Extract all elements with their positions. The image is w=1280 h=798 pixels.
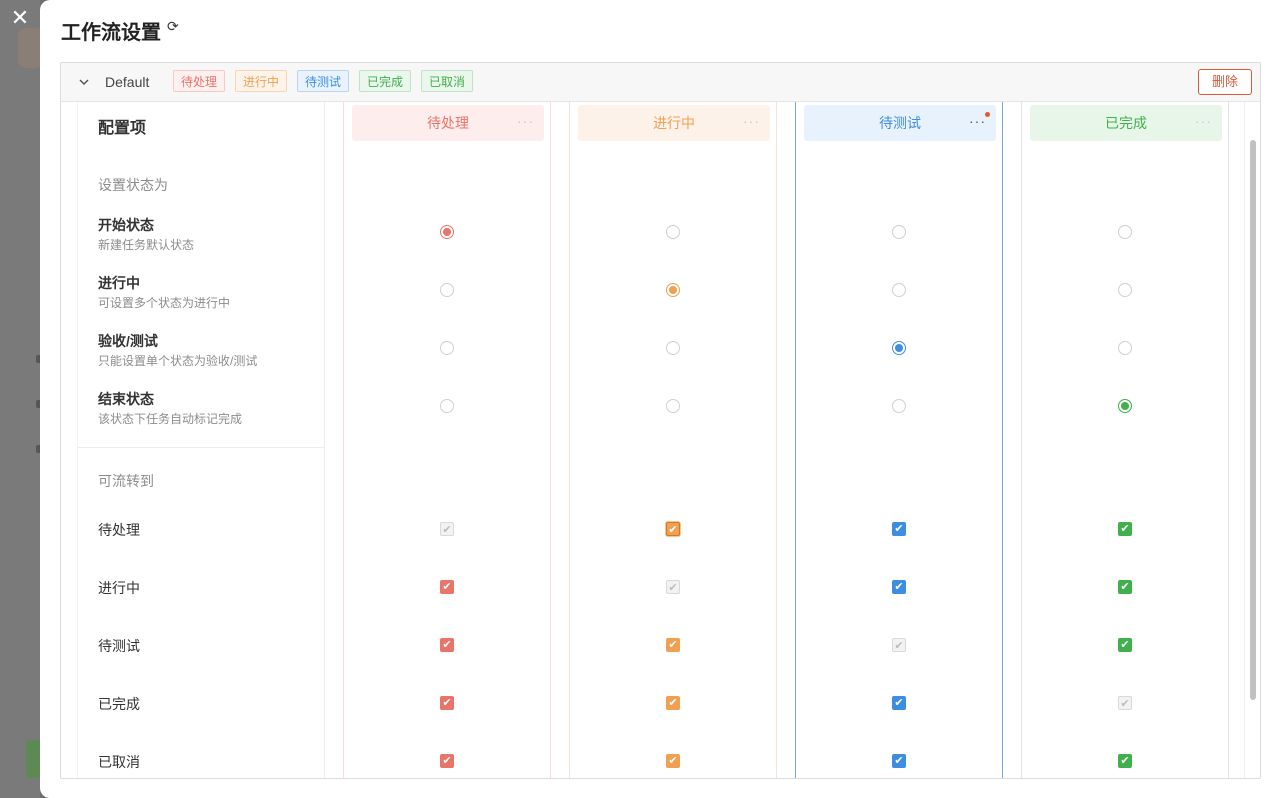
state-row-title: 进行中 — [98, 275, 140, 291]
state-row-desc: 新建任务默认状态 — [98, 238, 195, 252]
transition-section-label: 可流转到 — [98, 473, 154, 489]
state-row-desc: 该状态下任务自动标记完成 — [98, 412, 243, 426]
close-icon[interactable]: ✕ — [8, 6, 32, 30]
transition-row-label: 进行中 — [98, 580, 140, 596]
workflow-settings-drawer: 工作流设置 ⟳ Default 待处理 进行中 待测试 已完成 已取消 删除 配置项 设… — [40, 0, 1280, 798]
transition-checkbox[interactable]: ✔ — [666, 696, 680, 710]
transition-checkbox: ✔ — [440, 522, 454, 536]
status-column-header: 已完成 ··· — [1030, 105, 1222, 141]
transition-checkbox[interactable]: ✔ — [1118, 580, 1132, 594]
state-radio[interactable] — [1118, 283, 1132, 297]
config-header: 配置项 — [98, 120, 147, 137]
delete-button[interactable]: 删除 — [1198, 69, 1252, 95]
state-radio[interactable] — [892, 225, 906, 239]
scrollbar-thumb[interactable] — [1250, 140, 1256, 700]
state-radio[interactable] — [666, 399, 680, 413]
state-radio[interactable] — [666, 225, 680, 239]
transition-checkbox[interactable]: ✔ — [1118, 754, 1132, 768]
page-title: 工作流设置 — [61, 22, 161, 44]
transition-checkbox[interactable]: ✔ — [1118, 638, 1132, 652]
state-row-title: 开始状态 — [98, 217, 154, 233]
transition-checkbox: ✔ — [666, 580, 680, 594]
state-row-title: 结束状态 — [98, 391, 154, 407]
section-divider — [78, 447, 324, 448]
status-tag: 已取消 — [421, 70, 474, 92]
workflow-name: Default — [105, 74, 150, 90]
backdrop: ✕ — [0, 0, 46, 798]
workflow-matrix: 配置项 设置状态为 开始状态 新建任务默认状态 进行中 可设置多个状态为进行中 验收/测… — [61, 102, 1260, 778]
workflow-header-bar[interactable]: Default 待处理 进行中 待测试 已完成 已取消 删除 — [61, 63, 1260, 102]
state-radio[interactable] — [1118, 399, 1132, 413]
transition-checkbox[interactable]: ✔ — [440, 638, 454, 652]
transition-checkbox[interactable]: ✔ — [892, 522, 906, 536]
chevron-down-icon[interactable] — [77, 75, 91, 89]
status-tag: 进行中 — [235, 70, 288, 92]
config-column: 配置项 设置状态为 开始状态 新建任务默认状态 进行中 可设置多个状态为进行中 验收/测… — [77, 102, 325, 778]
transition-checkbox[interactable]: ✔ — [666, 522, 680, 536]
state-row-desc: 只能设置单个状态为验收/测试 — [98, 354, 258, 368]
state-section-label: 设置状态为 — [98, 177, 168, 193]
transition-checkbox[interactable]: ✔ — [440, 696, 454, 710]
state-row-title: 验收/测试 — [98, 333, 158, 349]
transition-checkbox[interactable]: ✔ — [892, 754, 906, 768]
status-tag: 待处理 — [173, 70, 226, 92]
workflow-card: Default 待处理 进行中 待测试 已完成 已取消 删除 配置项 设置状态为 开始状… — [60, 62, 1261, 779]
transition-checkbox[interactable]: ✔ — [440, 754, 454, 768]
status-column: 已完成 ··· ✔ ✔ ✔ ✔ ✔ — [1021, 102, 1229, 778]
transition-checkbox[interactable]: ✔ — [892, 696, 906, 710]
transition-checkbox[interactable]: ✔ — [666, 754, 680, 768]
more-icon[interactable]: ··· — [1195, 105, 1212, 137]
status-tag: 已完成 — [359, 70, 412, 92]
state-radio[interactable] — [666, 341, 680, 355]
transition-row-label: 已完成 — [98, 696, 140, 712]
status-column-label: 待测试 — [879, 115, 921, 131]
transition-row-label: 已取消 — [98, 754, 140, 770]
status-column-label: 进行中 — [653, 115, 695, 131]
refresh-icon[interactable]: ⟳ — [167, 19, 181, 33]
state-radio[interactable] — [440, 283, 454, 297]
status-column-label: 已完成 — [1105, 115, 1147, 131]
more-icon[interactable]: ··· — [743, 105, 760, 137]
state-radio[interactable] — [892, 399, 906, 413]
state-radio[interactable] — [666, 283, 680, 297]
transition-checkbox[interactable]: ✔ — [440, 580, 454, 594]
state-radio[interactable] — [440, 225, 454, 239]
state-radio[interactable] — [1118, 225, 1132, 239]
transition-row-label: 待处理 — [98, 522, 140, 538]
status-column: 进行中 ··· ✔ ✔ ✔ ✔ ✔ — [569, 102, 777, 778]
state-radio[interactable] — [892, 283, 906, 297]
vertical-scrollbar[interactable] — [1244, 102, 1260, 778]
notification-dot — [985, 112, 990, 117]
status-column: 待测试 ··· ✔ ✔ ✔ ✔ ✔ — [795, 102, 1003, 778]
status-column-header: 待测试 ··· — [804, 105, 996, 141]
status-column-label: 待处理 — [427, 115, 469, 131]
more-icon[interactable]: ··· — [969, 105, 986, 137]
status-column-header: 待处理 ··· — [352, 105, 544, 141]
status-column: 待处理 ··· ✔ ✔ ✔ ✔ ✔ — [343, 102, 551, 778]
transition-checkbox[interactable]: ✔ — [666, 638, 680, 652]
transition-checkbox: ✔ — [1118, 696, 1132, 710]
state-radio[interactable] — [892, 341, 906, 355]
transition-checkbox[interactable]: ✔ — [892, 580, 906, 594]
status-tag: 待测试 — [297, 70, 350, 92]
state-radio[interactable] — [440, 399, 454, 413]
state-row-desc: 可设置多个状态为进行中 — [98, 296, 231, 310]
transition-row-label: 待测试 — [98, 638, 140, 654]
transition-checkbox: ✔ — [892, 638, 906, 652]
state-radio[interactable] — [1118, 341, 1132, 355]
state-radio[interactable] — [440, 341, 454, 355]
status-column-header: 进行中 ··· — [578, 105, 770, 141]
more-icon[interactable]: ··· — [517, 105, 534, 137]
transition-checkbox[interactable]: ✔ — [1118, 522, 1132, 536]
